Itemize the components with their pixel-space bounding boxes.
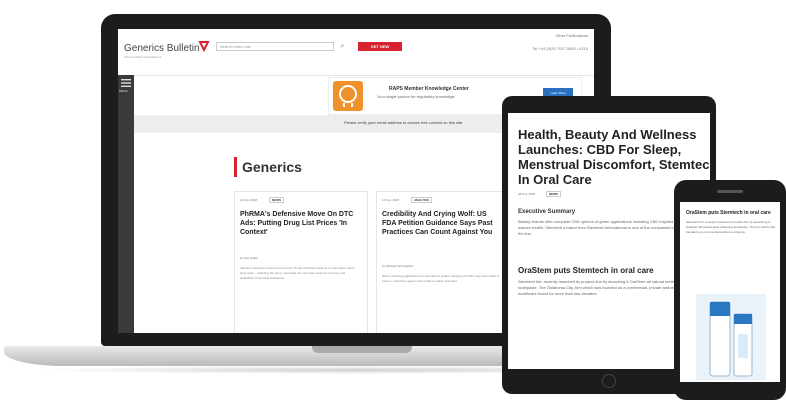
article-tag: ANALYSIS	[411, 197, 432, 203]
article-tag: NEWS	[269, 197, 284, 203]
phone-speaker	[717, 190, 743, 193]
section-accent-bar	[234, 157, 237, 177]
phone-body-text: Stemtech Intl. recently launched its pro…	[686, 220, 775, 234]
article-author: by Sue Sutter	[240, 256, 259, 260]
site-logo-tagline: Informa Pharma Intelligence	[124, 55, 162, 59]
article-excerpt: Industry companies' direct-to-consumer T…	[240, 266, 355, 280]
raps-head-icon	[333, 81, 363, 111]
tablet-article-date: 08 Nov 2018	[518, 192, 536, 196]
site-header: Generics Bulletin Informa Pharma Intelli…	[118, 29, 594, 76]
article-author: by Michael McCaughan	[382, 264, 414, 268]
verify-email-text[interactable]: Please verify your email address to acce…	[344, 120, 463, 125]
get-new-button[interactable]: GET NEW	[358, 42, 402, 51]
toothpaste-product-image	[696, 294, 766, 380]
laptop-notch	[312, 346, 412, 353]
search-icon[interactable]: ⌕	[338, 42, 347, 51]
tablet-home-button	[602, 374, 616, 388]
section-title: Generics	[242, 159, 302, 175]
menu-label: MENU	[119, 89, 128, 93]
article-title[interactable]: Credibility And Crying Wolf: US FDA Peti…	[382, 210, 500, 237]
other-publications-link[interactable]: Other Publications	[555, 33, 588, 38]
article-date: 13 Nov 2018	[382, 198, 400, 202]
tablet-article-tag: NEWS	[546, 191, 561, 197]
phone-screen: OraStem puts Stemtech in oral care Stemt…	[680, 202, 780, 382]
article-card[interactable]: 13 Nov 2018 ANALYSIS Credibility And Cry…	[376, 191, 510, 333]
phone-article-title: OraStem puts Stemtech in oral care	[686, 210, 771, 216]
search-input[interactable]: Search entire site	[216, 42, 334, 51]
article-title[interactable]: PhRMA's Defensive Move On DTC Ads: Putti…	[240, 210, 358, 237]
banner-subtitle: Your single source for regulatory knowle…	[377, 94, 455, 99]
left-rail: MENU	[118, 75, 134, 333]
menu-icon[interactable]	[121, 79, 131, 87]
logo-mark-icon	[198, 41, 210, 52]
tablet-subheading: OraStem puts Stemtech in oral care	[518, 266, 654, 275]
executive-summary-label: Executive Summary	[518, 209, 576, 215]
article-date: 13 Nov 2018	[240, 198, 258, 202]
site-logo-text[interactable]: Generics Bulletin	[124, 43, 200, 54]
article-card[interactable]: 13 Nov 2018 NEWS PhRMA's Defensive Move …	[234, 191, 368, 333]
contact-phone: Tel +44 (0)20 7017 5540 / 4215	[532, 46, 588, 51]
banner-title: RAPS Member Knowledge Center	[389, 86, 469, 92]
article-excerpt: When reviewing applicants that submitted…	[382, 274, 500, 283]
tablet-article-title: Health, Beauty And Wellness Launches: CB…	[518, 127, 710, 187]
